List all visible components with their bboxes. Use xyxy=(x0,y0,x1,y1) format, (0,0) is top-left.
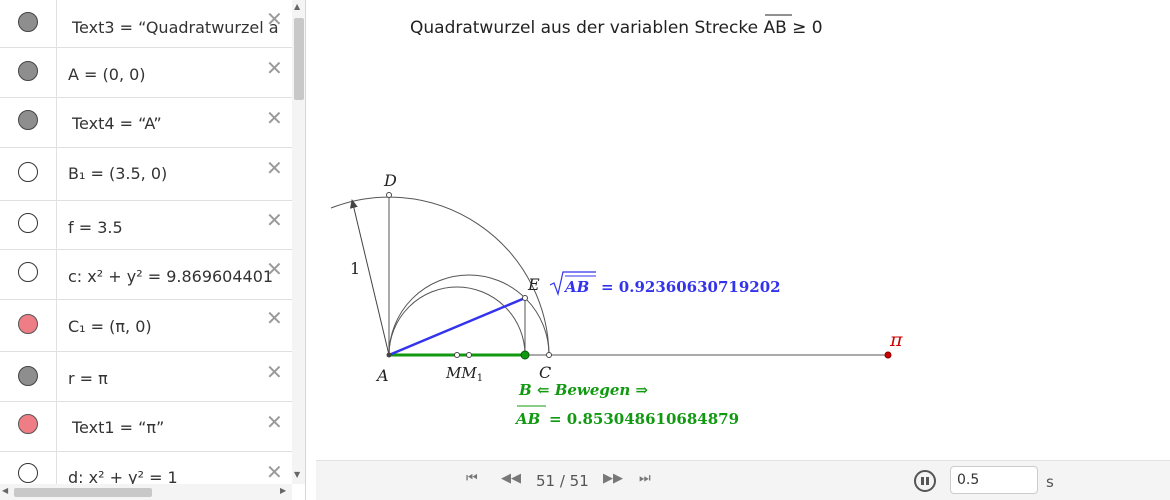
point-pi[interactable] xyxy=(884,351,892,359)
svg-text:AB: AB xyxy=(563,278,589,296)
scroll-up-icon[interactable]: ▲ xyxy=(294,2,300,11)
delete-icon[interactable]: ✕ xyxy=(266,158,283,178)
algebra-row[interactable]: Text3 = “Quadratwurzel a ✕ xyxy=(0,0,292,48)
construction-title: Quadratwurzel aus der variablen Strecke … xyxy=(410,18,823,38)
speed-unit-label: s xyxy=(1046,473,1054,491)
semicircle-ab[interactable] xyxy=(388,286,526,356)
label-a: A xyxy=(375,366,389,385)
algebra-definition[interactable]: r = π xyxy=(68,369,108,388)
algebra-row[interactable]: C₁ = (π, 0) ✕ xyxy=(0,300,292,352)
visibility-toggle[interactable] xyxy=(18,110,38,130)
point-m1[interactable] xyxy=(466,352,472,358)
algebra-definition[interactable]: Text4 = “A” xyxy=(72,114,162,133)
algebra-row[interactable]: c: x² + y² = 9.869604401 ✕ xyxy=(0,250,292,300)
label-d: D xyxy=(383,171,397,190)
algebra-row[interactable]: A = (0, 0) ✕ xyxy=(0,48,292,98)
scrollbar-thumb[interactable] xyxy=(14,488,152,497)
algebra-row[interactable]: r = π ✕ xyxy=(0,352,292,402)
delete-icon[interactable]: ✕ xyxy=(266,462,283,482)
visibility-toggle[interactable] xyxy=(18,12,38,32)
delete-icon[interactable]: ✕ xyxy=(266,412,283,432)
next-frame-icon[interactable]: ▶▶ xyxy=(603,471,623,486)
algebra-row[interactable]: Text4 = “A” ✕ xyxy=(0,98,292,148)
svg-text:= 0.853048610684879: = 0.853048610684879 xyxy=(549,410,739,428)
point-c[interactable] xyxy=(546,352,552,358)
move-hint-text[interactable]: B ⇐ Bewegen ⇒ xyxy=(518,381,649,399)
svg-text:AB: AB xyxy=(514,410,540,428)
algebra-row[interactable]: f = 3.5 ✕ xyxy=(0,201,292,250)
delete-icon[interactable]: ✕ xyxy=(266,210,283,230)
visibility-toggle[interactable] xyxy=(18,314,38,334)
algebra-view: Text3 = “Quadratwurzel a ✕ A = (0, 0) ✕ … xyxy=(0,0,306,500)
point-d[interactable] xyxy=(386,192,392,198)
label-pi: π xyxy=(889,329,903,351)
delete-icon[interactable]: ✕ xyxy=(266,58,283,78)
visibility-toggle[interactable] xyxy=(18,61,38,81)
last-frame-icon[interactable]: ⏭ xyxy=(639,471,651,486)
delete-icon[interactable]: ✕ xyxy=(266,259,283,279)
algebra-definition[interactable]: c: x² + y² = 9.869604401 xyxy=(68,267,294,286)
pause-button[interactable] xyxy=(914,470,936,492)
point-e[interactable] xyxy=(522,295,528,301)
animation-speed-input[interactable] xyxy=(950,466,1038,494)
algebra-row[interactable]: Text1 = “π” ✕ xyxy=(0,402,292,452)
delete-icon[interactable]: ✕ xyxy=(266,308,283,328)
algebra-row[interactable]: B₁ = (3.5, 0) ✕ xyxy=(0,148,292,201)
visibility-toggle[interactable] xyxy=(18,213,38,233)
outer-arc[interactable] xyxy=(330,196,550,356)
scrollbar-thumb[interactable] xyxy=(294,18,304,100)
visibility-toggle[interactable] xyxy=(18,162,38,182)
previous-frame-icon[interactable]: ◀◀ xyxy=(501,471,521,486)
visibility-toggle[interactable] xyxy=(18,262,38,282)
algebra-definition[interactable]: f = 3.5 xyxy=(68,218,123,237)
label-c: C xyxy=(539,363,551,382)
point-m[interactable] xyxy=(454,352,460,358)
ab-length-text[interactable]: AB = 0.853048610684879 xyxy=(514,405,739,428)
visibility-toggle[interactable] xyxy=(18,463,38,483)
label-e: E xyxy=(527,275,540,294)
delete-icon[interactable]: ✕ xyxy=(266,9,283,29)
delete-icon[interactable]: ✕ xyxy=(266,362,283,382)
scroll-right-icon[interactable]: ▶ xyxy=(280,486,286,495)
point-a[interactable] xyxy=(386,352,392,358)
label-one: 1 xyxy=(350,259,360,278)
first-frame-icon[interactable]: ⏮ xyxy=(466,471,478,486)
visibility-toggle[interactable] xyxy=(18,414,38,434)
graphics-view[interactable]: Quadratwurzel aus der variablen Strecke … xyxy=(306,0,1170,500)
delete-icon[interactable]: ✕ xyxy=(266,108,283,128)
scroll-down-icon[interactable]: ▼ xyxy=(294,470,300,479)
construction-canvas[interactable]: Quadratwurzel aus der variablen Strecke … xyxy=(306,0,1170,500)
frame-counter: 51 / 51 xyxy=(536,472,589,490)
algebra-definition[interactable]: Text3 = “Quadratwurzel a xyxy=(72,18,294,37)
algebra-definition[interactable]: A = (0, 0) xyxy=(68,65,146,84)
svg-text:= 0.92360630719202: = 0.92360630719202 xyxy=(601,278,781,296)
visibility-toggle[interactable] xyxy=(18,366,38,386)
scroll-left-icon[interactable]: ◀ xyxy=(2,486,8,495)
vertical-scrollbar[interactable]: ▲ ▼ xyxy=(292,0,305,484)
algebra-definition[interactable]: C₁ = (π, 0) xyxy=(68,317,152,336)
label-m: MM1 xyxy=(445,364,483,384)
horizontal-scrollbar[interactable]: ◀ ▶ xyxy=(0,484,292,500)
sqrt-ab-text[interactable]: AB = 0.92360630719202 xyxy=(549,271,781,297)
animation-toolbar: ⏮ ◀◀ 51 / 51 ▶▶ ⏭ s xyxy=(316,460,1170,500)
point-b[interactable] xyxy=(520,350,530,360)
algebra-definition[interactable]: B₁ = (3.5, 0) xyxy=(68,164,167,183)
algebra-definition[interactable]: Text1 = “π” xyxy=(72,418,164,437)
